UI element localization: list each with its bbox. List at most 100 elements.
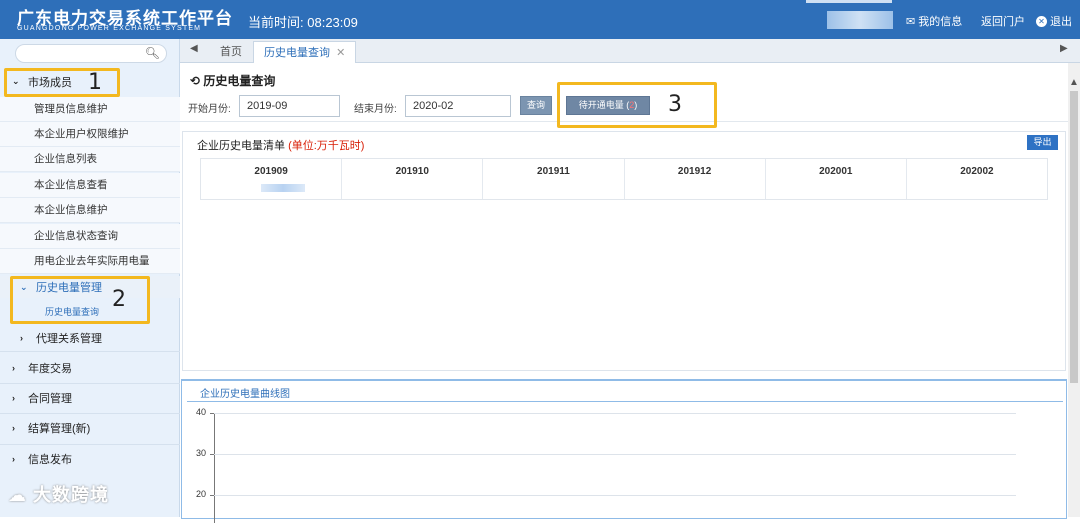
scroll-up-icon[interactable]: ▲ xyxy=(1068,77,1080,88)
sidebar-group-info[interactable]: › 信息发布 xyxy=(0,446,180,472)
vertical-scrollbar[interactable]: ▲ xyxy=(1068,63,1080,517)
sidebar-item[interactable]: 本企业信息维护 xyxy=(0,198,180,223)
y-tick-mark xyxy=(210,454,214,455)
gridline xyxy=(214,495,1016,496)
tab-prev-icon[interactable]: ◀ xyxy=(190,43,198,54)
table-column: 201911 xyxy=(483,159,625,199)
y-tick-mark xyxy=(210,495,214,496)
column-header: 201909 xyxy=(254,166,288,177)
tab-home[interactable]: 首页 xyxy=(210,41,252,63)
unit-label: (单位:万千瓦时) xyxy=(288,140,365,152)
end-month-input[interactable]: 2020-02 xyxy=(405,95,511,117)
sidebar-item[interactable]: 本企业信息查看 xyxy=(0,173,180,198)
page-title: ⟲ 历史电量查询 xyxy=(190,72,275,89)
chevron-right-icon: › xyxy=(12,423,15,433)
column-header: 202001 xyxy=(819,166,853,177)
tabs-bar: ◀ 首页 历史电量查询 ✕ ▶ xyxy=(180,39,1080,63)
y-tick-label: 30 xyxy=(196,448,207,458)
tab-next-icon[interactable]: ▶ xyxy=(1060,43,1068,54)
close-circle-icon: ✕ xyxy=(1036,15,1047,27)
logout-label: 退出 xyxy=(1050,16,1072,28)
divider xyxy=(0,351,180,352)
group-label: 结算管理(新) xyxy=(28,423,91,435)
annotation-number-1: 1 xyxy=(88,70,102,95)
column-header: 202002 xyxy=(960,166,994,177)
sidebar-search[interactable]: 🔍︎ xyxy=(15,44,167,63)
sidebar-item[interactable]: 用电企业去年实际用电量 xyxy=(0,249,180,274)
gridline xyxy=(214,413,1016,414)
start-month-label: 开始月份: xyxy=(188,104,231,115)
annotation-box-3 xyxy=(557,82,717,128)
time-value: 08:23:09 xyxy=(307,15,358,30)
annotation-number-3: 3 xyxy=(668,92,682,117)
divider xyxy=(0,383,180,384)
tab-label: 历史电量查询 xyxy=(264,47,330,59)
my-info-link[interactable]: ✉ 我的信息 xyxy=(906,13,962,29)
tab-history-query[interactable]: 历史电量查询 ✕ xyxy=(253,41,357,63)
page-title-text: 历史电量查询 xyxy=(203,74,276,88)
scroll-thumb[interactable] xyxy=(1070,91,1078,383)
sidebar-group-contract[interactable]: › 合同管理 xyxy=(0,385,180,411)
chart-title: 企业历史电量曲线图 xyxy=(200,389,290,400)
annotation-box-1 xyxy=(4,68,120,97)
chevron-right-icon: › xyxy=(12,393,15,403)
history-list-panel: 企业历史电量清单 (单位:万千瓦时) 导出 201909 201910 2019… xyxy=(182,131,1066,371)
sidebar-item[interactable]: 本企业用户权限维护 xyxy=(0,122,180,147)
start-month-input[interactable]: 2019-09 xyxy=(239,95,340,117)
sidebar-group-settlement[interactable]: › 结算管理(新) xyxy=(0,415,180,441)
annotation-number-2: 2 xyxy=(112,287,126,312)
cell-value-blurred xyxy=(261,184,305,192)
table-column: 201909 xyxy=(201,159,343,199)
list-title: 企业历史电量清单 (单位:万千瓦时) xyxy=(197,137,364,153)
history-icon: ⟲ xyxy=(190,74,201,88)
user-name-blurred xyxy=(827,11,893,29)
column-header: 201911 xyxy=(537,166,570,177)
column-header: 201912 xyxy=(677,166,712,177)
logout-link[interactable]: ✕ 退出 xyxy=(1036,13,1072,29)
group-label: 年度交易 xyxy=(28,363,72,375)
column-header: 201910 xyxy=(395,166,429,177)
watermark: ☁ 大数跨境 xyxy=(8,481,109,507)
watermark-text: 大数跨境 xyxy=(33,485,110,505)
return-portal-link[interactable]: 返回门户 xyxy=(981,13,1025,29)
divider xyxy=(0,413,180,414)
app-subtitle: GUANGDONG POWER EXCHANGE SYSTEM xyxy=(17,25,202,32)
y-tick-mark xyxy=(210,413,214,414)
sidebar-group-annual[interactable]: › 年度交易 xyxy=(0,355,180,381)
group-label: 信息发布 xyxy=(28,454,72,466)
gridline xyxy=(214,454,1016,455)
time-label: 当前时间: xyxy=(248,15,304,30)
end-month-label: 结束月份: xyxy=(354,104,397,115)
chevron-right-icon: › xyxy=(20,333,23,343)
history-table: 201909 201910 201911 201912 202001 20200… xyxy=(200,158,1048,200)
table-column: 202002 xyxy=(907,159,1047,199)
y-tick-label: 40 xyxy=(196,407,207,417)
search-icon[interactable]: 🔍︎ xyxy=(145,46,160,60)
annotation-box-2 xyxy=(10,276,150,324)
top-header: 广东电力交易系统工作平台 GUANGDONG POWER EXCHANGE SY… xyxy=(0,0,1080,39)
sidebar-group-agency[interactable]: › 代理关系管理 xyxy=(0,327,180,349)
y-tick-label: 20 xyxy=(196,489,207,499)
return-portal-label: 返回门户 xyxy=(981,16,1025,28)
my-info-label: 我的信息 xyxy=(918,16,963,28)
header-highlight xyxy=(806,0,892,3)
divider xyxy=(187,401,1063,402)
chevron-right-icon: › xyxy=(12,454,15,464)
sidebar-item[interactable]: 管理员信息维护 xyxy=(0,97,180,122)
group-label: 代理关系管理 xyxy=(36,333,102,345)
chevron-right-icon: › xyxy=(12,363,15,373)
mail-icon: ✉ xyxy=(906,15,916,28)
close-icon[interactable]: ✕ xyxy=(336,47,345,59)
history-chart-panel: 企业历史电量曲线图 40 30 20 xyxy=(181,379,1067,523)
query-button[interactable]: 查询 xyxy=(520,96,552,115)
group-label: 合同管理 xyxy=(28,393,72,405)
list-title-text: 企业历史电量清单 xyxy=(197,140,285,152)
y-axis xyxy=(214,413,215,523)
sidebar-item[interactable]: 企业信息列表 xyxy=(0,147,180,172)
table-column: 201912 xyxy=(625,159,766,199)
divider xyxy=(0,444,180,445)
table-column: 201910 xyxy=(342,159,484,199)
sidebar-item[interactable]: 企业信息状态查询 xyxy=(0,224,180,249)
export-button[interactable]: 导出 xyxy=(1027,135,1058,150)
main-content: ⟲ 历史电量查询 开始月份: 2019-09 结束月份: 2020-02 查询 … xyxy=(180,63,1068,523)
